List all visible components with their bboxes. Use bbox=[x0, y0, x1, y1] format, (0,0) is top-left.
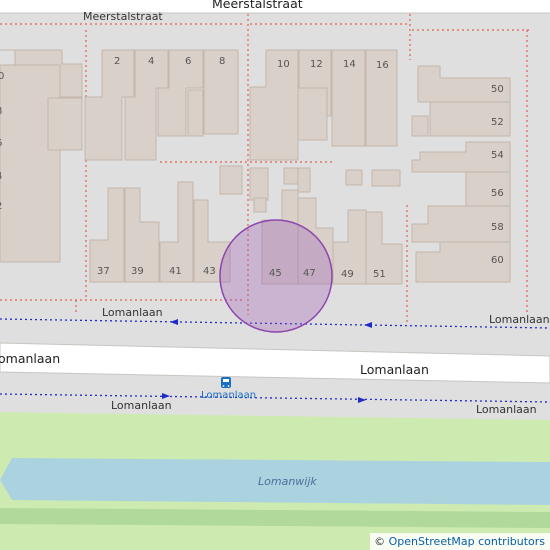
house-number: 16 bbox=[376, 60, 389, 71]
street-label-lomanlaan-main-right: Lomanlaan bbox=[360, 362, 429, 377]
house-number: 10 bbox=[277, 59, 290, 70]
street-label-meerstalstraat-side: Meerstalstraat bbox=[83, 10, 163, 23]
house-number: 52 bbox=[491, 117, 504, 128]
bus-stop-label: Lomanlaan bbox=[201, 390, 257, 401]
copyright-symbol: © bbox=[374, 535, 386, 548]
house-number: 41 bbox=[169, 266, 182, 277]
house-number: 47 bbox=[303, 268, 316, 279]
house-number: 8 bbox=[0, 107, 2, 117]
house-number: 6 bbox=[185, 56, 192, 67]
water-label: Lomanwijk bbox=[258, 475, 317, 488]
street-label-lomanlaan-path-right: Lomanlaan bbox=[489, 313, 550, 326]
house-number: 4 bbox=[148, 56, 155, 67]
house-number: 8 bbox=[219, 56, 226, 67]
house-number: 51 bbox=[373, 269, 386, 280]
house-number: 39 bbox=[131, 266, 144, 277]
house-number: 49 bbox=[341, 269, 354, 280]
attribution: © OpenStreetMap contributors bbox=[370, 533, 550, 550]
house-number: 4 bbox=[0, 172, 2, 182]
street-label-meerstalstraat: Meerstalstraat bbox=[212, 0, 303, 11]
house-number: 43 bbox=[203, 266, 216, 277]
bus-stop-icon[interactable] bbox=[221, 377, 231, 388]
house-number: 50 bbox=[491, 84, 504, 95]
house-number: 12 bbox=[310, 59, 323, 70]
house-number: 56 bbox=[491, 188, 504, 199]
street-label-lomanlaan-lower-left: Lomanlaan bbox=[111, 399, 172, 412]
attribution-link[interactable]: OpenStreetMap contributors bbox=[389, 535, 545, 548]
house-number: 14 bbox=[343, 59, 356, 70]
house-number: 54 bbox=[491, 150, 504, 161]
map-view[interactable]: Meerstalstraat Meerstalstraat Lomanlaan … bbox=[0, 0, 550, 550]
street-label-lomanlaan-main-left: omanlaan bbox=[0, 351, 61, 366]
house-number: 2 bbox=[114, 56, 121, 67]
house-number: 6 bbox=[0, 139, 2, 149]
house-number: 60 bbox=[491, 255, 504, 266]
house-number: 0 bbox=[0, 71, 5, 82]
house-number: 45 bbox=[269, 268, 282, 279]
house-number: 2 bbox=[0, 202, 2, 212]
house-number: 58 bbox=[491, 222, 504, 233]
street-label-lomanlaan-path-left: Lomanlaan bbox=[102, 306, 163, 319]
street-label-lomanlaan-lower-right: Lomanlaan bbox=[476, 403, 537, 416]
house-number: 37 bbox=[97, 266, 110, 277]
